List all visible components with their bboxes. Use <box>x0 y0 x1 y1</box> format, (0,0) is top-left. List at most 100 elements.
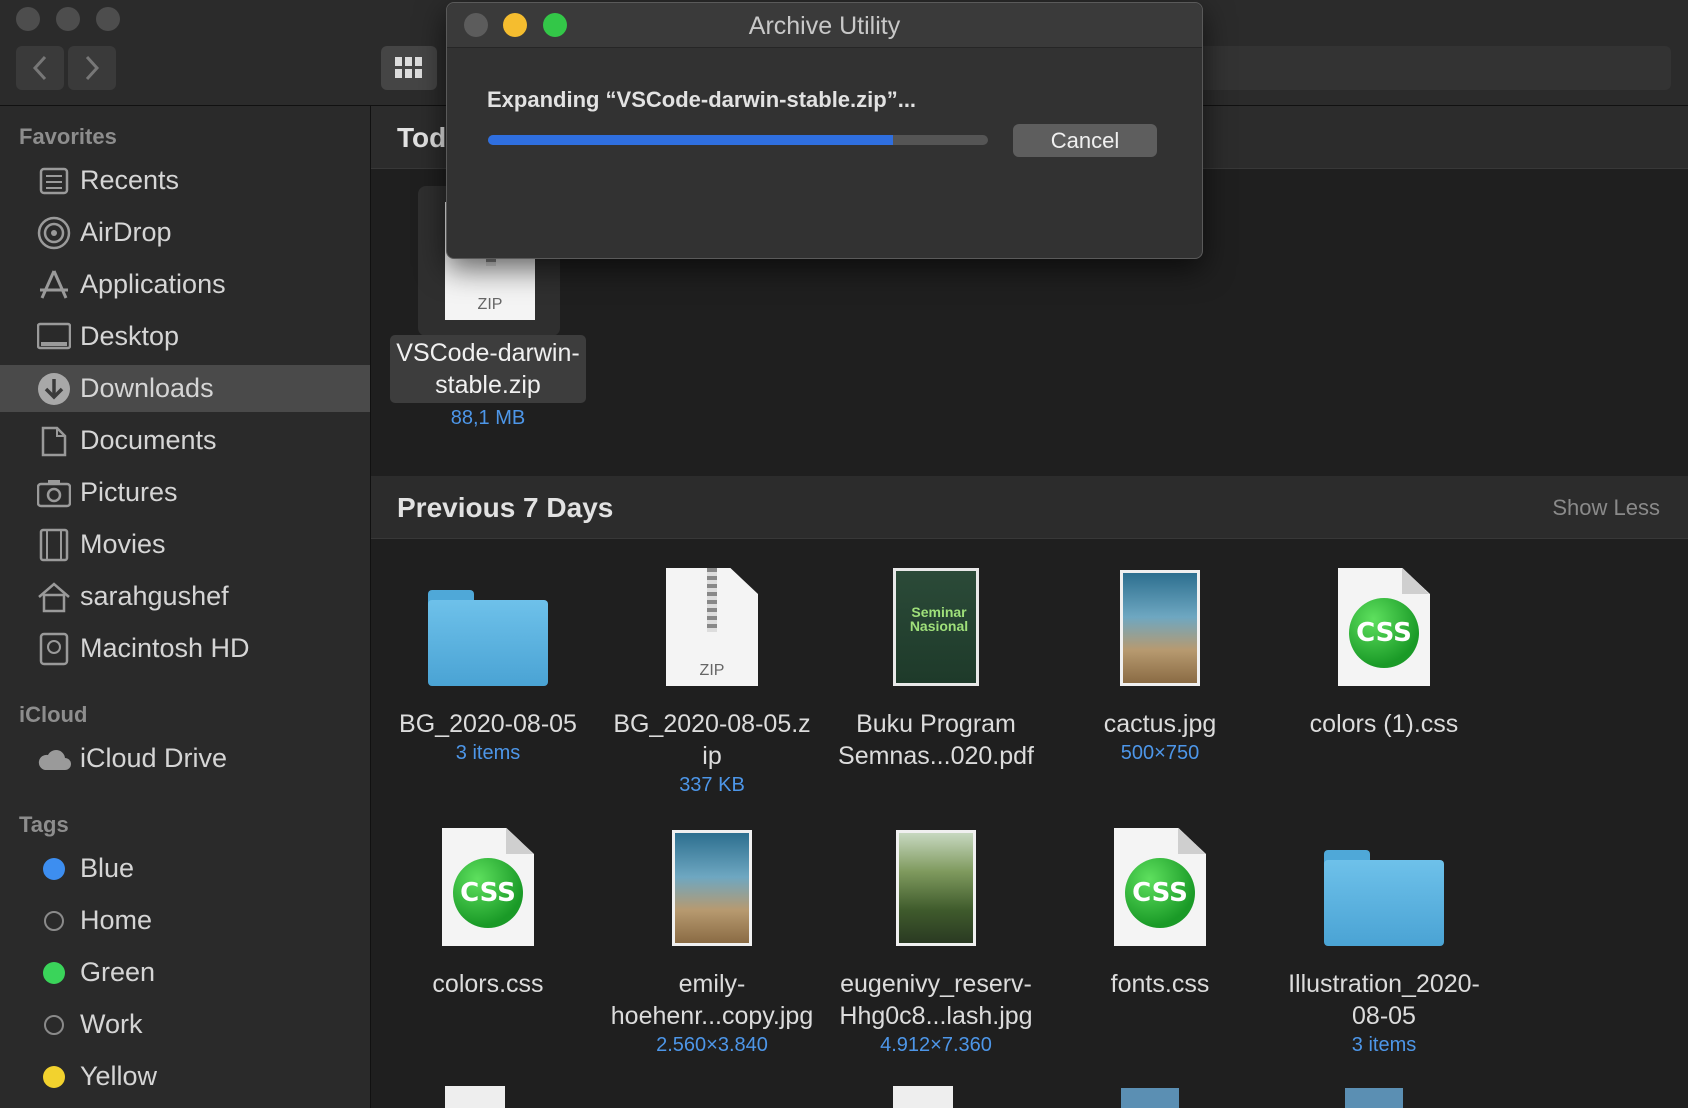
sidebar-tag-yellow[interactable]: Yellow <box>0 1053 370 1100</box>
close-window-button[interactable] <box>16 7 40 31</box>
file-meta: 500×750 <box>1120 742 1200 764</box>
file-item[interactable]: CSS fonts.css <box>1048 816 1272 1002</box>
recents-icon <box>36 163 72 199</box>
cancel-button[interactable]: Cancel <box>1013 124 1157 157</box>
icloud-heading: iCloud <box>19 702 88 727</box>
applications-icon <box>36 267 72 303</box>
sidebar-item-icloud-drive[interactable]: iCloud Drive <box>0 735 370 782</box>
partial-file-icon <box>1345 1088 1403 1108</box>
sidebar-item-label: Blue <box>80 853 135 883</box>
partial-file-icon <box>1121 1088 1179 1108</box>
zip-label: ZIP <box>477 296 503 313</box>
sidebar-tag-home[interactable]: Home <box>0 897 370 944</box>
minimize-window-button[interactable] <box>56 7 80 31</box>
sidebar-item-recents[interactable]: Recents <box>0 157 370 204</box>
file-item[interactable]: BG_2020-08-05 3 items <box>376 556 600 765</box>
chevron-left-icon <box>32 55 47 81</box>
archive-utility-dialog: Archive Utility Expanding “VSCode-darwin… <box>446 2 1203 259</box>
file-item[interactable]: emily-hoehenr...copy.jpg 2.560×3.840 <box>600 816 824 1057</box>
sidebar-item-downloads[interactable]: Downloads <box>0 365 370 412</box>
file-name: fonts.css <box>1110 970 1210 998</box>
chevron-right-icon <box>85 55 100 81</box>
pdf-thumbnail-icon: Seminar Nasional <box>893 568 979 686</box>
back-button[interactable] <box>16 46 64 90</box>
zoom-window-button[interactable] <box>96 7 120 31</box>
file-item[interactable]: ZIP BG_2020-08-05.z ip 337 KB <box>600 556 824 797</box>
sidebar-item-label: Downloads <box>80 373 214 403</box>
favorites-heading: Favorites <box>19 124 117 149</box>
hollow-tag-dot-icon <box>44 910 64 931</box>
green-tag-dot-icon <box>43 961 65 984</box>
downloads-icon <box>36 371 72 407</box>
pictures-icon <box>36 475 72 511</box>
icon-view-button[interactable] <box>381 46 437 90</box>
file-meta: 337 KB <box>679 774 745 796</box>
sidebar-item-home[interactable]: sarahgushef <box>0 573 370 620</box>
image-thumbnail-icon <box>1120 570 1200 686</box>
file-item[interactable]: cactus.jpg 500×750 <box>1048 556 1272 765</box>
forward-button[interactable] <box>68 46 116 90</box>
file-name-line1: VSCode-darwin- <box>396 339 580 367</box>
movies-icon <box>36 527 72 563</box>
sidebar-item-movies[interactable]: Movies <box>0 521 370 568</box>
dialog-titlebar: Archive Utility <box>447 3 1202 48</box>
sidebar-tag-work[interactable]: Work <box>0 1001 370 1048</box>
sidebar-item-label: Pictures <box>80 477 178 507</box>
show-less-link[interactable]: Show Less <box>1552 495 1660 521</box>
sidebar-item-label: iCloud Drive <box>80 743 228 773</box>
sidebar-item-pictures[interactable]: Pictures <box>0 469 370 516</box>
today-section-title: Tod <box>397 122 447 153</box>
file-item[interactable]: Illustration_2020- 08-05 3 items <box>1272 816 1496 1057</box>
sidebar-item-documents[interactable]: Documents <box>0 417 370 464</box>
file-name: cactus.jpg <box>1103 710 1217 738</box>
image-thumbnail-icon <box>672 830 752 946</box>
dialog-title: Archive Utility <box>748 12 901 40</box>
sidebar-item-applications[interactable]: Applications <box>0 261 370 308</box>
sidebar: Favorites Recents AirDrop Applications D… <box>0 106 371 1108</box>
folder-icon <box>1324 850 1444 946</box>
sidebar-tag-blue[interactable]: Blue <box>0 845 370 892</box>
sidebar-item-label: Home <box>80 905 153 935</box>
sidebar-item-label: Yellow <box>80 1061 158 1091</box>
file-name: BG_2020-08-05.z ip <box>613 710 811 770</box>
file-meta: 3 items <box>455 742 521 764</box>
sidebar-item-airdrop[interactable]: AirDrop <box>0 209 370 256</box>
expanding-message: Expanding “VSCode-darwin-stable.zip”... <box>487 87 917 112</box>
file-name-line2: stable.zip <box>435 371 541 399</box>
file-meta: 4.912×7.360 <box>880 1034 992 1056</box>
file-item[interactable]: Seminar Nasional Buku Program Semnas...02… <box>824 556 1048 774</box>
file-item[interactable]: eugenivy_reserv- Hhg0c8...lash.jpg 4.912×… <box>824 816 1048 1057</box>
documents-icon <box>36 423 72 459</box>
sidebar-item-label: Macintosh HD <box>80 633 250 663</box>
sidebar-item-macintosh-hd[interactable]: Macintosh HD <box>0 625 370 672</box>
file-item[interactable]: CSS colors (1).css <box>1272 556 1496 742</box>
file-name: emily-hoehenr...copy.jpg <box>610 970 814 1030</box>
sidebar-tag-green[interactable]: Green <box>0 949 370 996</box>
tags-heading: Tags <box>19 812 69 837</box>
sidebar-item-label: Applications <box>80 269 226 299</box>
today-file[interactable]: VSCode-darwin- stable.zip 88,1 MB <box>388 335 588 430</box>
previous-section-title: Previous 7 Days <box>397 492 614 523</box>
zip-file-icon: ZIP <box>666 568 758 686</box>
sidebar-item-label: Recents <box>80 165 180 195</box>
css-file-icon: CSS <box>1114 828 1206 946</box>
image-thumbnail-icon <box>896 830 976 946</box>
previous-section-header: Previous 7 Days Show Less <box>371 476 1688 539</box>
file-size: 88,1 MB <box>450 407 526 429</box>
css-file-icon: CSS <box>442 828 534 946</box>
grid-view-icon <box>395 57 422 78</box>
sidebar-item-label: Green <box>80 957 156 987</box>
sidebar-item-label: sarahgushef <box>80 581 229 611</box>
file-name: eugenivy_reserv- Hhg0c8...lash.jpg <box>839 970 1033 1030</box>
search-field[interactable] <box>1195 46 1671 90</box>
sidebar-item-label: Documents <box>80 425 217 455</box>
file-meta: 3 items <box>1351 1034 1417 1056</box>
file-name: Buku Program Semnas...020.pdf <box>838 710 1034 770</box>
sidebar-item-label: AirDrop <box>80 217 172 247</box>
file-name: colors.css <box>432 970 544 998</box>
sidebar-item-desktop[interactable]: Desktop <box>0 313 370 360</box>
file-item[interactable]: CSS colors.css <box>376 816 600 1002</box>
hollow-tag-dot-icon <box>44 1014 64 1035</box>
yellow-tag-dot-icon <box>43 1065 65 1088</box>
sidebar-item-label: Desktop <box>80 321 180 351</box>
